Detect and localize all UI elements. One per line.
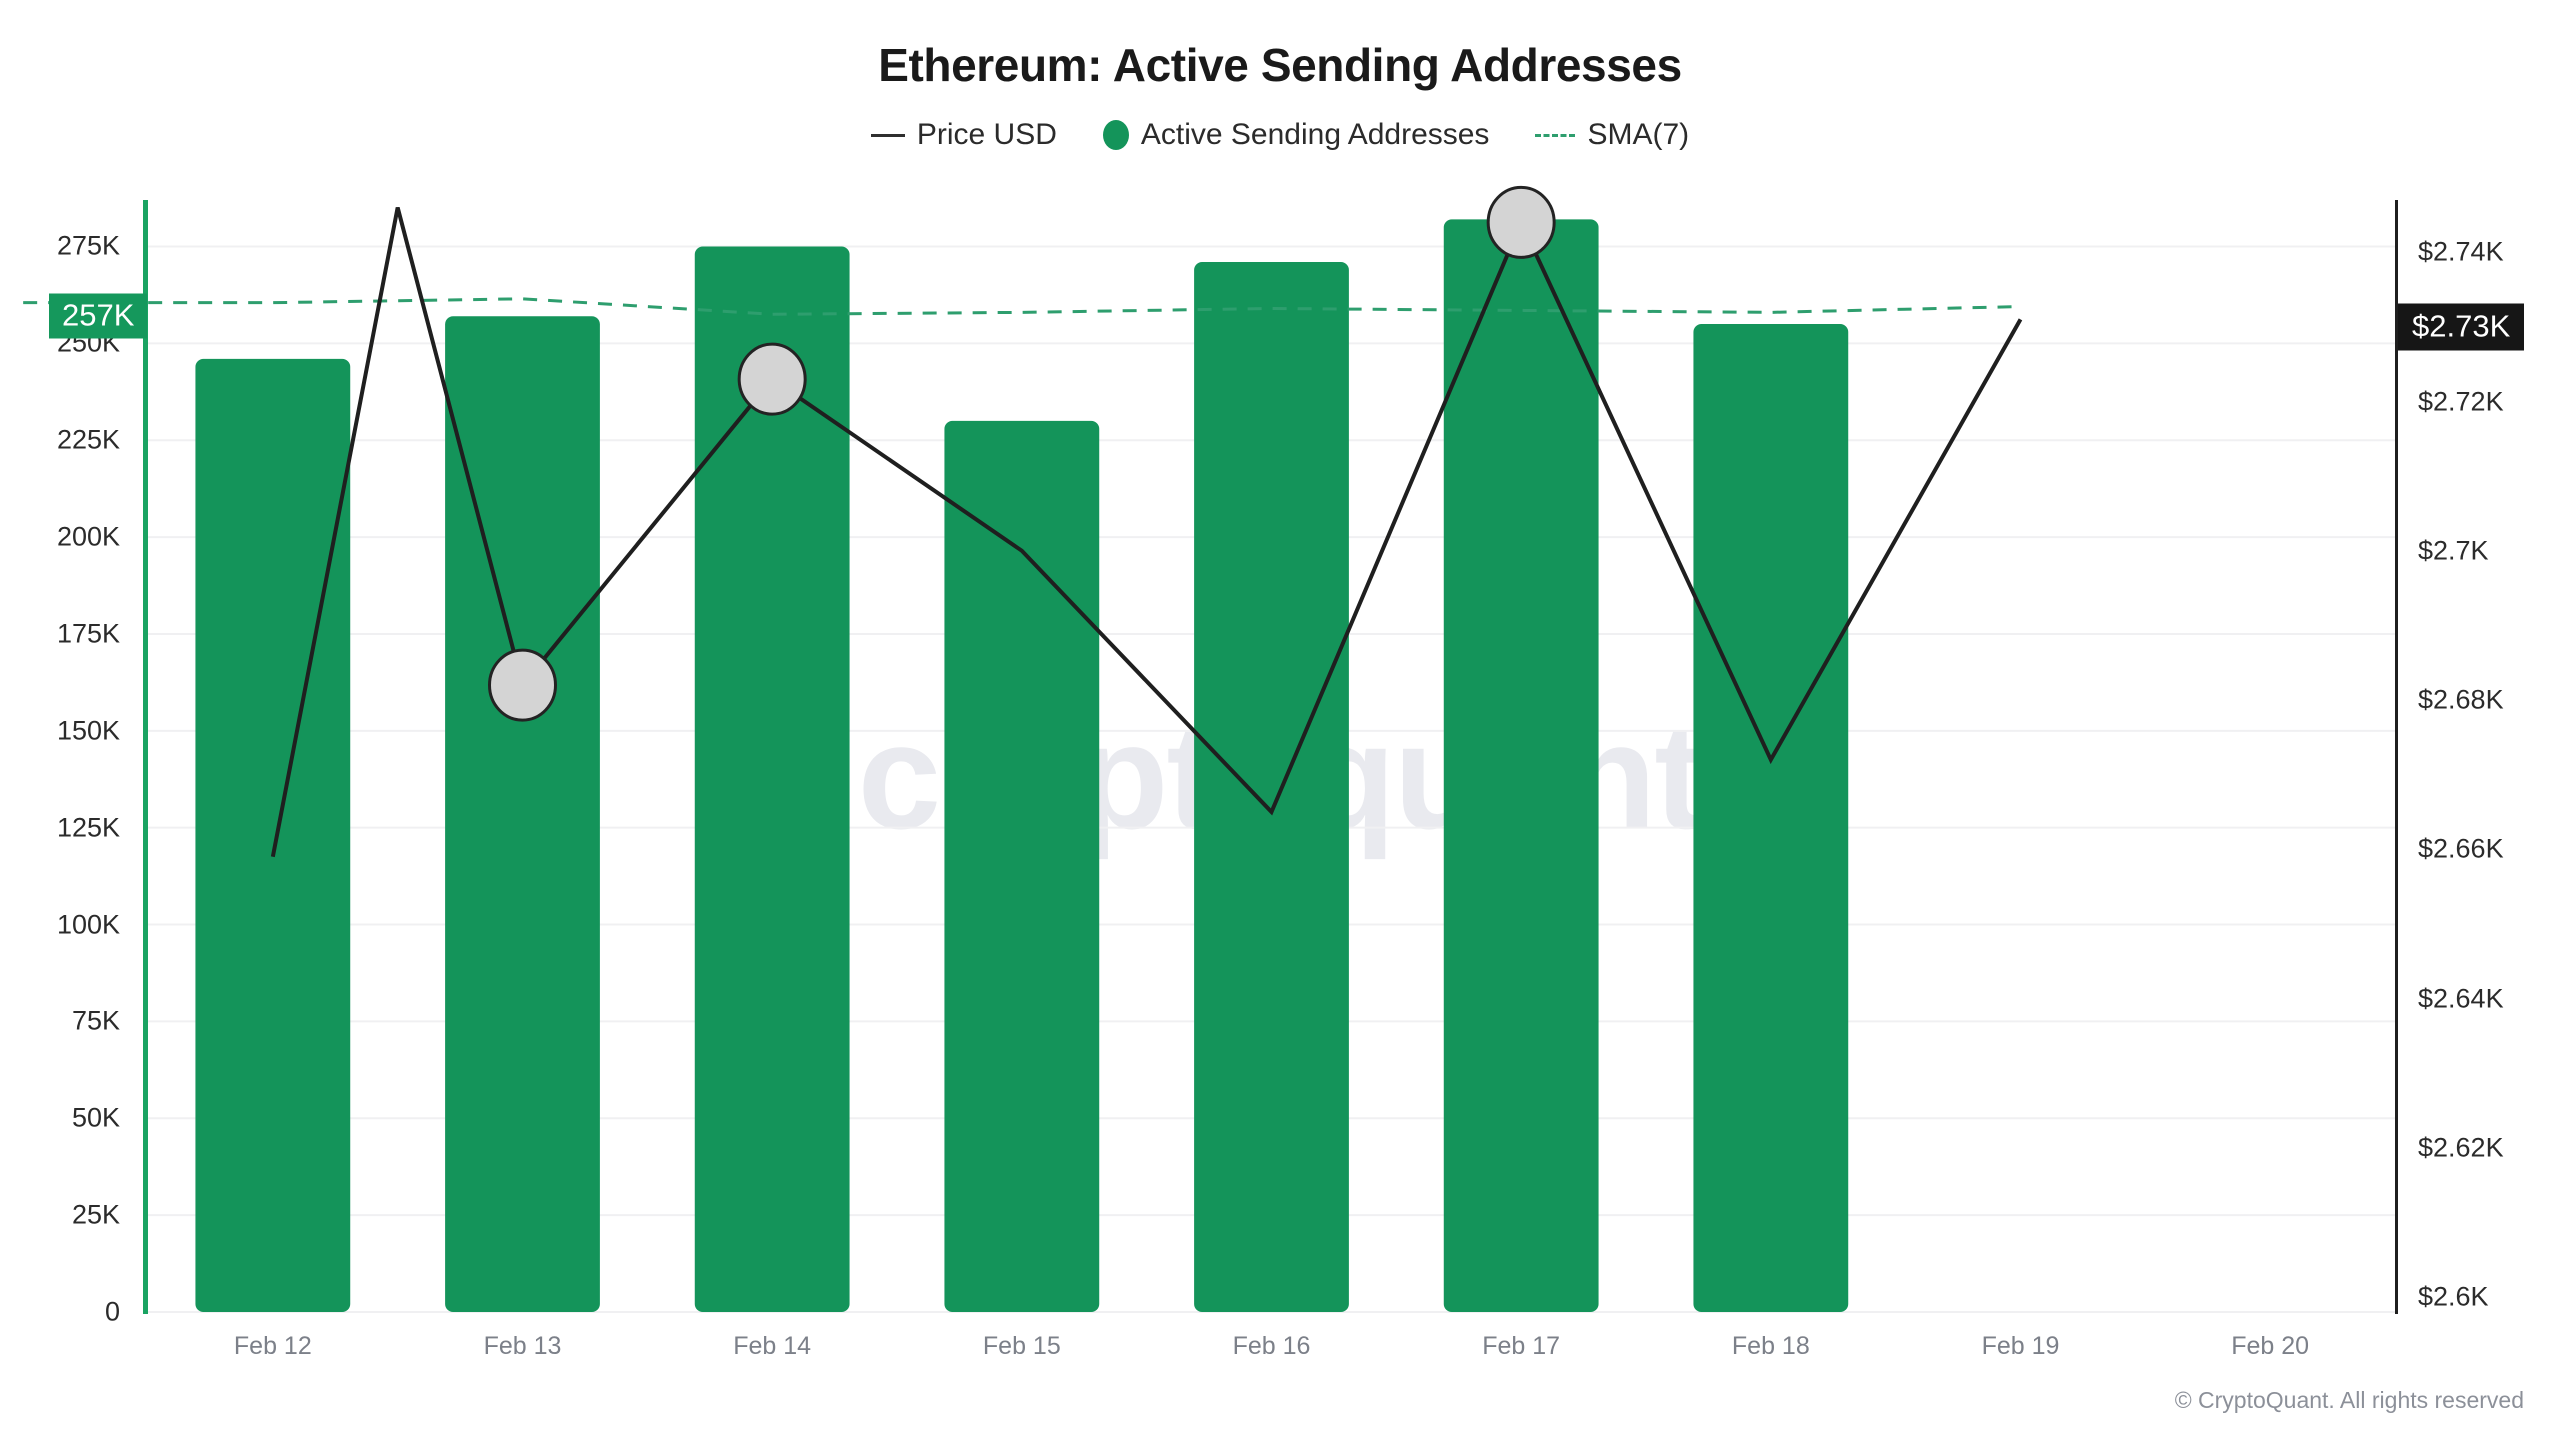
bar[interactable] [1693, 323, 1849, 1312]
right-axis-tick-label: $2.7K [2418, 535, 2489, 566]
price-marker[interactable] [488, 648, 557, 722]
bar[interactable] [1194, 261, 1349, 1312]
left-axis-tick-label: 75K [71, 1005, 120, 1036]
right-axis-tick-label: $2.62K [2418, 1132, 2504, 1163]
plot-area [23, 185, 2395, 1313]
dashed-line-icon [1535, 133, 1576, 137]
chart-legend: Price USD Active Sending Addresses SMA(7… [0, 118, 2560, 152]
line-icon [870, 133, 905, 137]
x-axis-tick-label: Feb 19 [1981, 1332, 2060, 1360]
x-axis-tick-label: Feb 18 [1731, 1332, 1810, 1360]
left-axis-tick-label: 150K [56, 715, 120, 746]
right-axis-tick-label: $2.72K [2418, 386, 2504, 416]
legend-item-price-usd[interactable]: Price USD [870, 118, 1057, 152]
legend-label-price-usd: Price USD [916, 118, 1057, 151]
left-axis-tick-label: 50K [71, 1102, 120, 1133]
legend-item-active-sending-addresses[interactable]: Active Sending Addresses [1102, 118, 1490, 152]
x-axis-tick-label: Feb 16 [1232, 1332, 1311, 1360]
right-axis-line [2395, 200, 2398, 1314]
sma-series [23, 297, 2021, 316]
right-axis-tick-label: $2.66K [2418, 833, 2504, 864]
x-axis-tick-label: Feb 15 [982, 1332, 1061, 1360]
x-axis-tick-label: Feb 14 [733, 1332, 812, 1360]
left-axis-tick-label: 200K [56, 521, 120, 552]
bar[interactable] [195, 358, 351, 1312]
copyright-footer: © CryptoQuant. All rights reserved [2174, 1387, 2524, 1413]
legend-label-sma7: SMA(7) [1587, 118, 1690, 151]
plot-svg [23, 185, 2395, 1313]
right-axis-value-badge: $2.73K [2398, 303, 2525, 351]
right-axis-tick-label: $2.68K [2418, 684, 2504, 715]
left-axis-tick-label: 125K [56, 812, 120, 843]
right-axis-tick-label: $2.74K [2418, 236, 2504, 267]
right-axis-tick-label: $2.6K [2418, 1281, 2489, 1312]
left-axis-value-badge: 257K [49, 293, 148, 339]
left-axis-tick-label: 100K [56, 909, 120, 940]
chart-title: Ethereum: Active Sending Addresses [878, 39, 1682, 91]
bar[interactable] [445, 316, 600, 1312]
left-axis-tick-label: 175K [56, 618, 120, 649]
left-axis-tick-label: 25K [71, 1199, 120, 1230]
sma-line [23, 297, 2021, 316]
price-marker[interactable] [1486, 185, 1556, 259]
x-axis-tick-label: Feb 20 [2231, 1332, 2310, 1360]
legend-label-active-sending-addresses: Active Sending Addresses [1140, 118, 1490, 151]
price-marker[interactable] [737, 342, 807, 416]
left-axis-tick-label: 225K [56, 424, 120, 455]
left-axis-tick-label: 0 [104, 1296, 120, 1327]
x-axis-tick-label: Feb 13 [483, 1332, 562, 1360]
left-axis-tick-label: 275K [56, 230, 120, 261]
chart-container: cryptoquant Ethereum: Active Sending Add… [0, 0, 2560, 1440]
x-axis-tick-label: Feb 17 [1482, 1332, 1561, 1360]
right-axis-tick-label: $2.64K [2418, 983, 2504, 1014]
bar[interactable] [944, 420, 1100, 1312]
circle-icon [1102, 120, 1129, 150]
legend-item-sma7[interactable]: SMA(7) [1535, 118, 1689, 152]
x-axis-tick-label: Feb 12 [233, 1332, 312, 1360]
bar[interactable] [1443, 219, 1599, 1313]
